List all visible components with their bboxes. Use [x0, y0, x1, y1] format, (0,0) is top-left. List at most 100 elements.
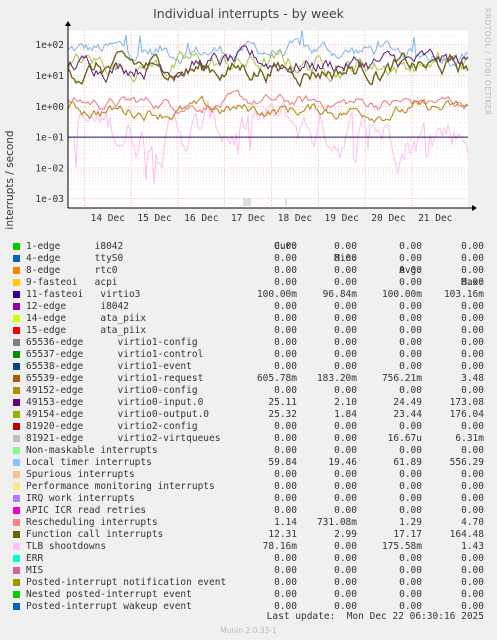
legend-cur-value: 25.11: [268, 397, 297, 408]
legend-max-value: 0.00: [461, 445, 484, 456]
legend-series-name: Function call interrupts: [26, 529, 164, 540]
legend-swatch: [13, 579, 20, 586]
legend-swatch: [13, 339, 20, 346]
legend-avg-value: 0.00: [399, 241, 422, 252]
legend-swatch: [13, 591, 20, 598]
x-tick-label: 14 Dec: [91, 213, 125, 224]
legend-swatch: [13, 291, 20, 298]
legend-cur-value: 0.00: [274, 553, 297, 564]
legend-series-name: MIS: [26, 565, 44, 576]
legend-cur-value: 0.00: [274, 565, 297, 576]
legend-header: Cur: Min: Avg: Max:: [0, 229, 497, 288]
legend-row: 12-edge i8042 0.00 0.00 0.00 0.00: [0, 301, 497, 313]
legend-cur-value: 0.00: [274, 265, 297, 276]
legend-max-value: 176.04: [449, 409, 484, 420]
legend-max-value: 0.00: [461, 577, 484, 588]
legend-avg-value: 0.00: [399, 337, 422, 348]
legend-series-name: IRQ work interrupts: [26, 493, 135, 504]
legend-avg-value: 23.44: [393, 409, 422, 420]
legend-cur-value: 0.00: [274, 361, 297, 372]
legend-min-value: 0.00: [334, 553, 357, 564]
legend-swatch: [13, 567, 20, 574]
legend-min-value: 0.00: [334, 541, 357, 552]
legend-series-name: 65539-edge virtio1-request: [26, 373, 204, 384]
legend-avg-value: 0.00: [399, 421, 422, 432]
legend-min-value: 0.00: [334, 349, 357, 360]
legend-swatch: [13, 519, 20, 526]
legend-avg-value: 756.21m: [381, 373, 422, 384]
y-axis-arrow: [65, 21, 71, 26]
legend-cur-value: 59.84: [268, 457, 297, 468]
legend-swatch: [13, 423, 20, 430]
legend-max-value: 0.00: [461, 337, 484, 348]
legend-cur-value: 0.00: [274, 505, 297, 516]
legend-cur-value: 0.00: [274, 445, 297, 456]
legend-max-value: 1.43: [461, 541, 484, 552]
legend-series-name: Performance monitoring interrupts: [26, 481, 215, 492]
legend-min-value: 2.10: [334, 397, 357, 408]
legend-cur-value: 12.31: [268, 529, 297, 540]
legend-swatch: [13, 363, 20, 370]
legend-min-value: 183.20m: [316, 373, 357, 384]
legend-cur-value: 0.00: [274, 433, 297, 444]
legend-row: 65539-edge virtio1-request 605.78m 183.20m…: [0, 373, 497, 385]
legend-cur-value: 0.00: [274, 589, 297, 600]
y-tick-label: 1e+00: [35, 102, 64, 113]
x-tick-label: 19 Dec: [325, 213, 359, 224]
legend-avg-value: 0.00: [399, 277, 422, 288]
legend-cur-value: 100.00m: [256, 289, 297, 300]
legend-avg-value: 0.00: [399, 505, 422, 516]
legend-max-value: 4.70: [461, 517, 484, 528]
legend-cur-value: 0.00: [274, 385, 297, 396]
legend-avg-value: 0.00: [399, 301, 422, 312]
legend-avg-value: 0.00: [399, 325, 422, 336]
legend-min-value: 0.00: [334, 445, 357, 456]
legend-avg-value: 100.00m: [381, 289, 422, 300]
legend-min-value: 0.00: [334, 301, 357, 312]
legend-row: 49153-edge virtio0-input.0 25.11 2.10 24.49…: [0, 397, 497, 409]
legend-min-value: 0.00: [334, 325, 357, 336]
legend-max-value: 0.00: [461, 421, 484, 432]
legend-max-value: 0.00: [461, 469, 484, 480]
y-tick-label: 1e-02: [35, 163, 64, 174]
legend-series-name: 11-fasteoi virtio3: [26, 289, 141, 300]
legend-series-name: 65537-edge virtio1-control: [26, 349, 204, 360]
legend-series-name: Spurious interrupts: [26, 469, 135, 480]
legend-series-name: 9-fasteoi acpi: [26, 277, 118, 288]
legend-min-value: 0.00: [334, 277, 357, 288]
legend-row: 65536-edge virtio1-config 0.00 0.00 0.00 0.0…: [0, 337, 497, 349]
legend-min-value: 0.00: [334, 505, 357, 516]
legend-series-name: TLB shootdowns: [26, 541, 107, 552]
legend-max-value: 0.00: [461, 505, 484, 516]
legend-cur-value: 0.00: [274, 469, 297, 480]
legend-swatch: [13, 315, 20, 322]
legend-min-value: 0.00: [334, 481, 357, 492]
legend-row: Non-maskable interrupts 0.00 0.00 0.00 0.00: [0, 445, 497, 457]
legend-min-value: 0.00: [334, 589, 357, 600]
legend-row: 1-edge i8042 0.00 0.00 0.00 0.00: [0, 241, 497, 253]
legend-row: TLB shootdowns 78.16m 0.00 175.58m 1.43: [0, 541, 497, 553]
legend-row: 11-fasteoi virtio3 100.00m 96.84m 100.00m 10…: [0, 289, 497, 301]
legend-avg-value: 0.00: [399, 385, 422, 396]
legend-min-value: 96.84m: [322, 289, 357, 300]
x-tick-label: 16 Dec: [184, 213, 218, 224]
legend-row: Posted-interrupt notification event 0.00 0…: [0, 577, 497, 589]
legend-row: 49154-edge virtio0-output.0 25.32 1.84 23.4…: [0, 409, 497, 421]
legend-max-value: 103.16m: [443, 289, 484, 300]
legend-row: 81921-edge virtio2-virtqueues 0.00 0.00 16.…: [0, 433, 497, 445]
legend-cur-value: 0.00: [274, 577, 297, 588]
legend-row: 65538-edge virtio1-event 0.00 0.00 0.00 0.00: [0, 361, 497, 373]
x-tick-label: 20 Dec: [371, 213, 405, 224]
legend-min-value: 0.00: [334, 337, 357, 348]
legend-series-name: Nested posted-interrupt event: [26, 589, 192, 600]
legend-swatch: [13, 471, 20, 478]
legend-max-value: 6.31m: [455, 433, 484, 444]
legend-swatch: [13, 243, 20, 250]
legend-min-value: 0.00: [334, 385, 357, 396]
legend-row: 65537-edge virtio1-control 0.00 0.00 0.00 0.…: [0, 349, 497, 361]
legend-avg-value: 0.00: [399, 493, 422, 504]
legend-cur-value: 0.00: [274, 301, 297, 312]
legend-min-value: 0.00: [334, 469, 357, 480]
legend-swatch: [13, 447, 20, 454]
legend-cur-value: 0.00: [274, 493, 297, 504]
